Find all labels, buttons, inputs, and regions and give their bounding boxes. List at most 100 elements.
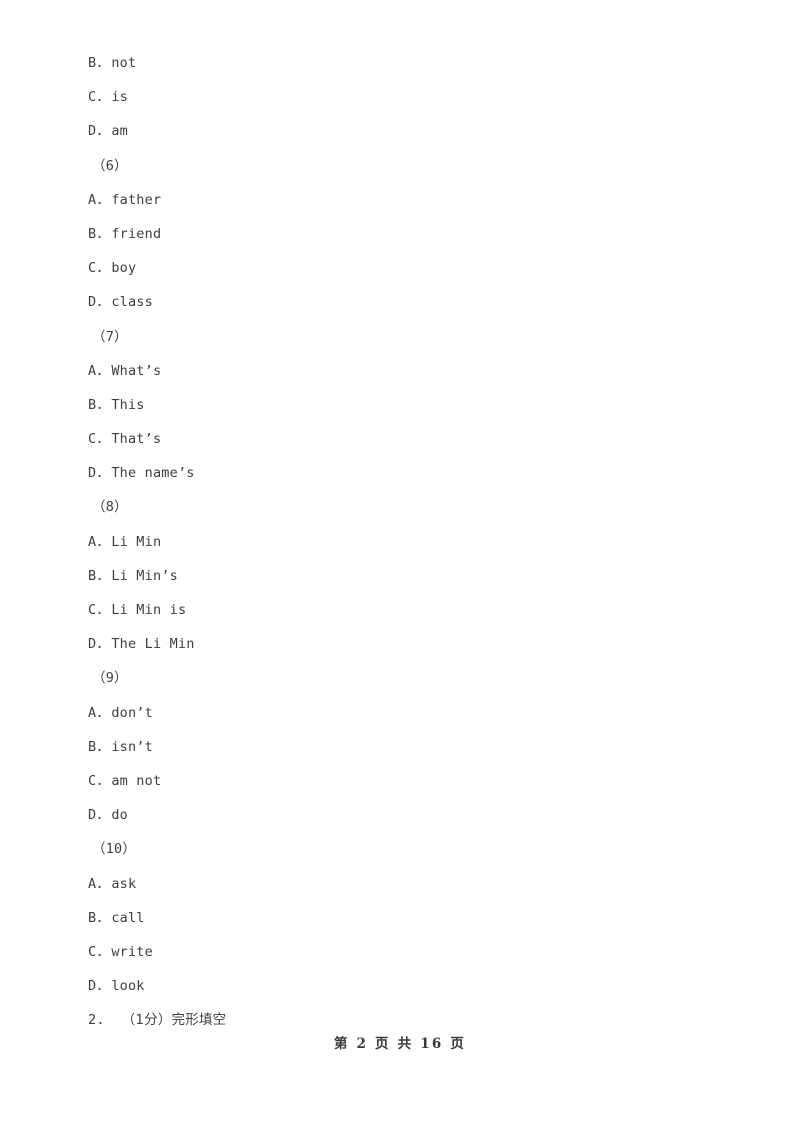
answer-option: C．boy: [88, 251, 748, 285]
option-letter: B: [88, 909, 97, 926]
sub-question-number: （10）: [92, 841, 137, 858]
option-letter: A: [88, 704, 97, 721]
option-letter: C: [88, 772, 97, 789]
option-separator: ．: [96, 225, 111, 242]
answer-option: B．friend: [88, 217, 748, 251]
option-text: friend: [111, 225, 162, 242]
answer-option: B．isn’t: [88, 730, 748, 764]
option-separator: ．: [96, 55, 111, 71]
option-letter: B: [88, 55, 97, 71]
answer-option: C．is: [88, 80, 748, 114]
option-letter: A: [88, 362, 97, 379]
answer-option: B．This: [88, 388, 748, 422]
answer-option: B．call: [88, 901, 748, 935]
option-separator: ．: [96, 123, 111, 140]
option-text: father: [111, 191, 162, 208]
option-text: This: [111, 396, 145, 413]
option-separator: ．: [96, 704, 111, 721]
option-separator: ．: [96, 396, 111, 413]
option-text: ask: [111, 875, 137, 892]
answer-option: A．ask: [88, 867, 748, 901]
option-separator: ．: [96, 191, 111, 208]
option-text: am not: [111, 772, 162, 789]
option-letter: A: [88, 875, 97, 892]
option-separator: ．: [96, 567, 111, 584]
sub-question-number: （9）: [92, 670, 128, 687]
sub-question-number: （7）: [92, 328, 128, 345]
option-letter: C: [88, 89, 97, 106]
answer-option: D．The Li Min: [88, 627, 748, 661]
option-letter: D: [88, 465, 97, 482]
answer-option: D．am: [88, 114, 748, 148]
answer-option: C．am not: [88, 764, 748, 798]
sub-question-number: （6）: [92, 157, 128, 174]
answer-option: A．Li Min: [88, 525, 748, 559]
option-text: boy: [111, 260, 137, 277]
option-separator: ．: [96, 362, 111, 379]
option-letter: C: [88, 943, 97, 960]
option-separator: ．: [96, 943, 111, 960]
option-text: What’s: [111, 362, 162, 379]
option-text: isn’t: [111, 738, 153, 755]
option-text: class: [111, 294, 153, 311]
option-text: not: [111, 55, 137, 71]
option-text: do: [111, 807, 128, 824]
answer-option: D．The name’s: [88, 456, 748, 490]
option-separator: ．: [96, 909, 111, 926]
option-text: call: [111, 909, 145, 926]
page-footer: 第 2 页 共 16 页: [333, 1036, 467, 1052]
option-separator: ．: [96, 875, 111, 892]
option-letter: C: [88, 602, 97, 618]
page-content: B．not C．is D．am （6） A．father B．friend C．boy D．c…: [88, 46, 748, 1037]
answer-option: D．class: [88, 285, 748, 319]
option-separator: ．: [96, 431, 111, 448]
option-letter: B: [88, 567, 97, 584]
option-letter: C: [88, 431, 97, 448]
question-title: 完形填空: [171, 1012, 227, 1029]
option-letter: D: [88, 123, 97, 140]
option-separator: ．: [96, 465, 111, 482]
answer-option: A．don’t: [88, 696, 748, 730]
option-letter: D: [88, 636, 97, 653]
option-text: look: [111, 978, 145, 995]
answer-option: D．do: [88, 798, 748, 832]
option-text: is: [111, 89, 128, 106]
answer-option: A．father: [88, 183, 748, 217]
option-separator: ．: [96, 772, 111, 789]
option-text: Li Min’s: [111, 567, 178, 584]
option-text: The Li Min: [111, 636, 195, 653]
option-separator: ．: [96, 533, 111, 550]
option-letter: B: [88, 738, 97, 755]
sub-question-number: （8）: [92, 499, 128, 516]
answer-option: C．Li Min is: [88, 593, 748, 627]
option-separator: ．: [96, 260, 111, 277]
answer-option: C．That’s: [88, 422, 748, 456]
option-text: The name’s: [111, 465, 195, 482]
option-separator: ．: [96, 294, 111, 311]
option-letter: D: [88, 978, 97, 995]
option-letter: A: [88, 533, 97, 550]
option-text: don’t: [111, 704, 153, 721]
option-letter: B: [88, 396, 97, 413]
option-separator: ．: [96, 636, 111, 653]
option-letter: C: [88, 260, 97, 277]
option-text: write: [111, 943, 153, 960]
answer-option: A．What’s: [88, 354, 748, 388]
option-separator: ．: [96, 89, 111, 106]
option-text: am: [111, 123, 128, 140]
option-separator: ．: [96, 978, 111, 995]
answer-option: C．write: [88, 935, 748, 969]
option-text: That’s: [111, 431, 162, 448]
option-text: Li Min is: [111, 602, 187, 618]
answer-option: B．not: [88, 46, 748, 80]
question-score: （1分）: [121, 1012, 172, 1029]
option-letter: D: [88, 294, 97, 311]
answer-option: B．Li Min’s: [88, 559, 748, 593]
option-separator: ．: [96, 602, 111, 618]
option-letter: A: [88, 191, 97, 208]
option-letter: D: [88, 807, 97, 824]
document-page: B．not C．is D．am （6） A．father B．friend C．boy D．c…: [0, 0, 800, 1132]
option-letter: B: [88, 225, 97, 242]
answer-option: D．look: [88, 969, 748, 1003]
option-separator: ．: [96, 738, 111, 755]
